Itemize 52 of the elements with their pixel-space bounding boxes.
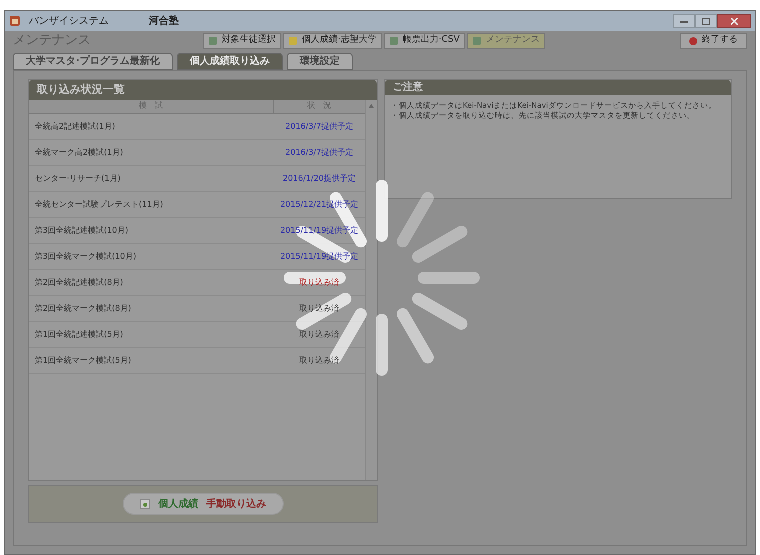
table-cell-text: 第2回全統記述模試(8月) [34,276,124,288]
status-cell-text: 2016/3/7提供予定 [284,146,354,158]
toolbar-button[interactable]: メンテナンス [466,33,545,49]
document-icon [140,498,150,510]
table-cell-text: 第3回全統記述模試(10月) [34,224,130,236]
table-cell-text: 全統センター試験プレテスト(11月) [34,198,164,210]
table-cell-text: 第1回全統マーク模試(5月) [34,354,132,366]
scroll-up-icon [369,104,374,108]
toolbar-icon [388,36,399,46]
status-cell-text: 取り込み済 [298,302,340,314]
table-row[interactable]: 第2回全統マーク模試(8月) 取り込み済 [29,296,365,322]
status-cell-text: 2016/1/20提供予定 [282,172,358,184]
table-row[interactable]: 全統高2記述模試(1月) 2016/3/7提供予定 [29,114,365,140]
toolbar-button[interactable]: 帳票出力·CSV [384,33,465,49]
minimize-icon [680,20,688,22]
close-button[interactable] [717,14,751,28]
table-row[interactable]: 第1回全統記述模試(5月) 取り込み済 [29,322,365,348]
maximize-button[interactable] [695,14,717,28]
toolbar-icon [208,36,218,46]
status-cell-text: 取り込み済 [298,328,340,340]
app-logo-icon [9,15,21,27]
table-row[interactable]: 第1回全統マーク模試(5月) 取り込み済 [29,348,365,374]
table-row[interactable]: センター·リサーチ(1月) 2016/1/20提供予定 [29,166,365,192]
tab[interactable]: 個人成績取り込み [176,53,283,70]
status-cell-text: 取り込み済 [298,276,340,288]
window-subtitle: 河合塾 [149,14,179,28]
toolbar-icon [288,36,298,46]
close-icon [730,18,738,24]
tab[interactable]: 環境設定 [286,53,353,70]
window-title: バンザイシステム [29,14,109,28]
table-cell-text: 全統マーク高2模試(1月) [34,146,124,158]
scrollbar[interactable] [365,100,377,480]
power-icon [689,36,698,46]
manual-import-button[interactable]: 個人成績 手動取り込み [122,493,284,515]
minimize-button[interactable] [673,14,695,28]
panel-title: 取り込み状況一覧 [37,82,125,98]
table-cell-text: 全統高2記述模試(1月) [34,120,116,132]
table-cell-text: 第3回全統マーク模試(10月) [34,250,138,262]
toolbar-button[interactable]: 対象生徒選択 [203,33,281,49]
exit-button[interactable]: 終了する [680,33,747,49]
table-row[interactable]: 全統マーク高2模試(1月) 2016/3/7提供予定 [29,140,365,166]
toolbar-button[interactable]: 個人成績·志望大学 [283,33,382,49]
maximize-icon [702,18,710,24]
table-cell-text: センター·リサーチ(1月) [34,172,122,184]
table-cell-text: 第2回全統マーク模試(8月) [34,302,132,314]
table-row[interactable]: 第2回全統記述模試(8月) 取り込み済 [29,270,365,296]
status-cell-text: 2016/3/7提供予定 [284,120,354,132]
panel-title: ご注意 [393,80,423,95]
toolbar-icon [472,36,482,46]
table-cell-text: 第1回全統記述模試(5月) [34,328,124,340]
tab[interactable]: 大学マスタ·プログラム最新化 [13,53,173,70]
status-cell-text: 取り込み済 [298,354,340,366]
